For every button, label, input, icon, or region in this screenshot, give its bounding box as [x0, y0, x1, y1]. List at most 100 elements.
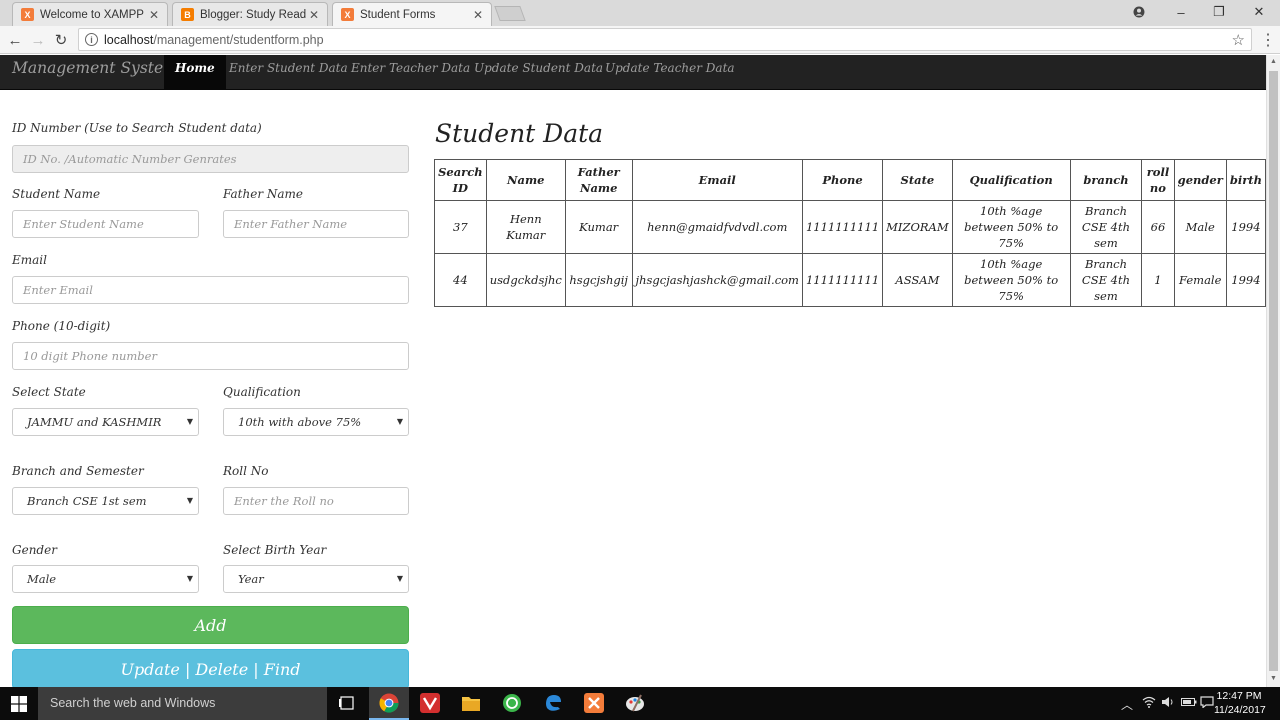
column-header: Father Name — [564, 159, 633, 201]
scrollbar-thumb[interactable] — [1269, 71, 1278, 671]
table-cell-text: sem — [1094, 289, 1118, 303]
table-cell-text: Branch CSE 4th — [1081, 204, 1130, 234]
bookmark-star-icon[interactable]: ☆ — [1232, 31, 1245, 49]
close-window-icon[interactable]: ✕ — [1240, 0, 1278, 24]
system-clock[interactable]: 12:47 PM 11/24/2017 — [1214, 689, 1266, 717]
nav-update-student-data[interactable]: Update Student Data — [463, 55, 614, 89]
profile-icon[interactable] — [1120, 0, 1158, 24]
email-input[interactable]: Enter Email — [12, 276, 409, 304]
table-cell: Branch CSE 4th sem — [1069, 200, 1143, 254]
edge-browser-icon[interactable] — [541, 691, 565, 715]
table-cell-text: 1111111111 — [805, 220, 880, 234]
vivaldi-icon[interactable] — [418, 691, 442, 715]
id-number-input[interactable]: ID No. /Automatic Number Genrates — [12, 145, 409, 173]
close-tab-icon[interactable]: ✕ — [307, 8, 321, 22]
branch-label: Branch and Semester — [12, 464, 144, 478]
qualification-select[interactable]: 10th with above 75% ▼ — [223, 408, 409, 436]
network-icon[interactable] — [1142, 696, 1156, 711]
app-green-icon[interactable] — [500, 691, 524, 715]
tab-title: Blogger: Study Read and — [200, 8, 307, 21]
father-name-input[interactable]: Enter Father Name — [223, 210, 409, 238]
brand-title[interactable]: Management System — [12, 59, 178, 77]
page-scrollbar[interactable]: ▲ ▼ — [1266, 55, 1280, 687]
address-bar[interactable]: i localhost/management/studentform.php ☆ — [78, 28, 1252, 51]
new-tab-button[interactable] — [494, 6, 526, 21]
xampp-icon[interactable] — [582, 691, 606, 715]
gender-label: Gender — [12, 543, 57, 557]
nav-enter-teacher-data[interactable]: Enter Teacher Data — [340, 55, 481, 89]
state-selected-value: JAMMU and KASHMIR — [27, 415, 162, 429]
minimize-icon[interactable]: – — [1162, 0, 1200, 24]
tab-title: Student Forms — [360, 8, 436, 21]
add-button[interactable]: Add — [12, 606, 409, 644]
tab-student-forms[interactable]: X Student Forms ✕ — [332, 2, 492, 26]
column-header: State — [882, 159, 953, 201]
show-hidden-icons-icon[interactable]: ︿ — [1121, 696, 1133, 713]
student-name-input[interactable]: Enter Student Name — [12, 210, 199, 238]
table-header-row: Search ID Name Father Name Email Phone State Qua… — [434, 159, 1266, 201]
table-cell: 10th %age between 50% to 75% — [951, 253, 1071, 307]
phone-label: Phone (10-digit) — [12, 319, 111, 333]
info-icon[interactable]: i — [85, 33, 98, 46]
column-header-text: State — [900, 173, 935, 187]
table-cell-text: hsgcjshgij — [569, 273, 628, 287]
windows-taskbar: Search the web and Windows ︿ 12:47 PM 11… — [0, 687, 1280, 720]
update-delete-find-button[interactable]: Update | Delete | Find — [12, 649, 409, 687]
action-center-icon[interactable] — [1200, 696, 1214, 711]
table-cell: MIZORAM — [882, 200, 953, 254]
task-view-icon[interactable] — [335, 691, 359, 715]
roll-no-input[interactable]: Enter the Roll no — [223, 487, 409, 515]
restore-icon[interactable]: ❐ — [1200, 0, 1238, 24]
column-header: roll no — [1141, 159, 1175, 201]
scroll-up-arrow-icon[interactable]: ▲ — [1270, 58, 1277, 65]
tab-xampp[interactable]: X Welcome to XAMPP ✕ — [12, 2, 168, 26]
dropdown-caret-icon: ▼ — [396, 417, 403, 426]
column-header-text: Name — [579, 181, 618, 195]
close-tab-icon[interactable]: ✕ — [471, 8, 485, 22]
chrome-icon[interactable] — [377, 691, 401, 715]
table-cell-text: jhsgcjashjashck@gmail.com — [635, 273, 799, 287]
taskbar-search-box[interactable]: Search the web and Windows — [38, 687, 327, 720]
gender-selected-value: Male — [27, 572, 57, 586]
phone-input[interactable]: 10 digit Phone number — [12, 342, 409, 370]
windows-start-icon[interactable] — [0, 687, 38, 720]
url-path: /management/studentform.php — [153, 32, 324, 47]
chrome-menu-icon[interactable]: ⋮ — [1260, 30, 1276, 50]
column-header-text: Father — [577, 165, 620, 179]
back-arrow-icon[interactable]: ← — [5, 30, 25, 50]
scroll-down-arrow-icon[interactable]: ▼ — [1270, 675, 1277, 682]
table-cell-text: 75% — [998, 289, 1024, 303]
tab-title: Welcome to XAMPP — [40, 8, 144, 21]
column-header-text: Qualification — [969, 173, 1053, 187]
volume-icon[interactable] — [1161, 696, 1175, 711]
qualification-label: Qualification — [223, 385, 301, 399]
branch-select[interactable]: Branch CSE 1st sem ▼ — [12, 487, 199, 515]
nav-update-teacher-data[interactable]: Update Teacher Data — [594, 55, 746, 89]
table-cell-text: 10th %age between 50% to — [964, 204, 1059, 234]
birth-year-select[interactable]: Year ▼ — [223, 565, 409, 593]
column-header: birth — [1225, 159, 1266, 201]
reload-icon[interactable]: ↻ — [51, 30, 71, 50]
file-explorer-icon[interactable] — [459, 691, 483, 715]
url-host: localhost — [104, 32, 154, 47]
tab-blogger[interactable]: B Blogger: Study Read and ✕ — [172, 2, 328, 26]
table-cell: Male — [1173, 200, 1227, 254]
table-cell: 66 — [1141, 200, 1175, 254]
table-cell-text: 44 — [453, 273, 468, 287]
table-cell: 1111111111 — [801, 253, 884, 307]
gender-select[interactable]: Male ▼ — [12, 565, 199, 593]
paint-icon[interactable] — [623, 691, 647, 715]
nav-home[interactable]: Home — [164, 55, 226, 89]
email-label: Email — [12, 253, 47, 267]
table-cell-text: sem — [1094, 236, 1118, 250]
table-cell-text: 1111111111 — [805, 273, 880, 287]
column-header-text: no — [1149, 181, 1166, 195]
column-header: Qualification — [951, 159, 1071, 201]
battery-icon[interactable] — [1181, 696, 1197, 710]
state-select[interactable]: JAMMU and KASHMIR ▼ — [12, 408, 199, 436]
table-cell-text: Branch CSE 4th — [1081, 257, 1130, 287]
nav-enter-student-data[interactable]: Enter Student Data — [218, 55, 359, 89]
close-tab-icon[interactable]: ✕ — [147, 8, 161, 22]
forward-arrow-icon[interactable]: → — [28, 30, 48, 50]
column-header: gender — [1173, 159, 1227, 201]
